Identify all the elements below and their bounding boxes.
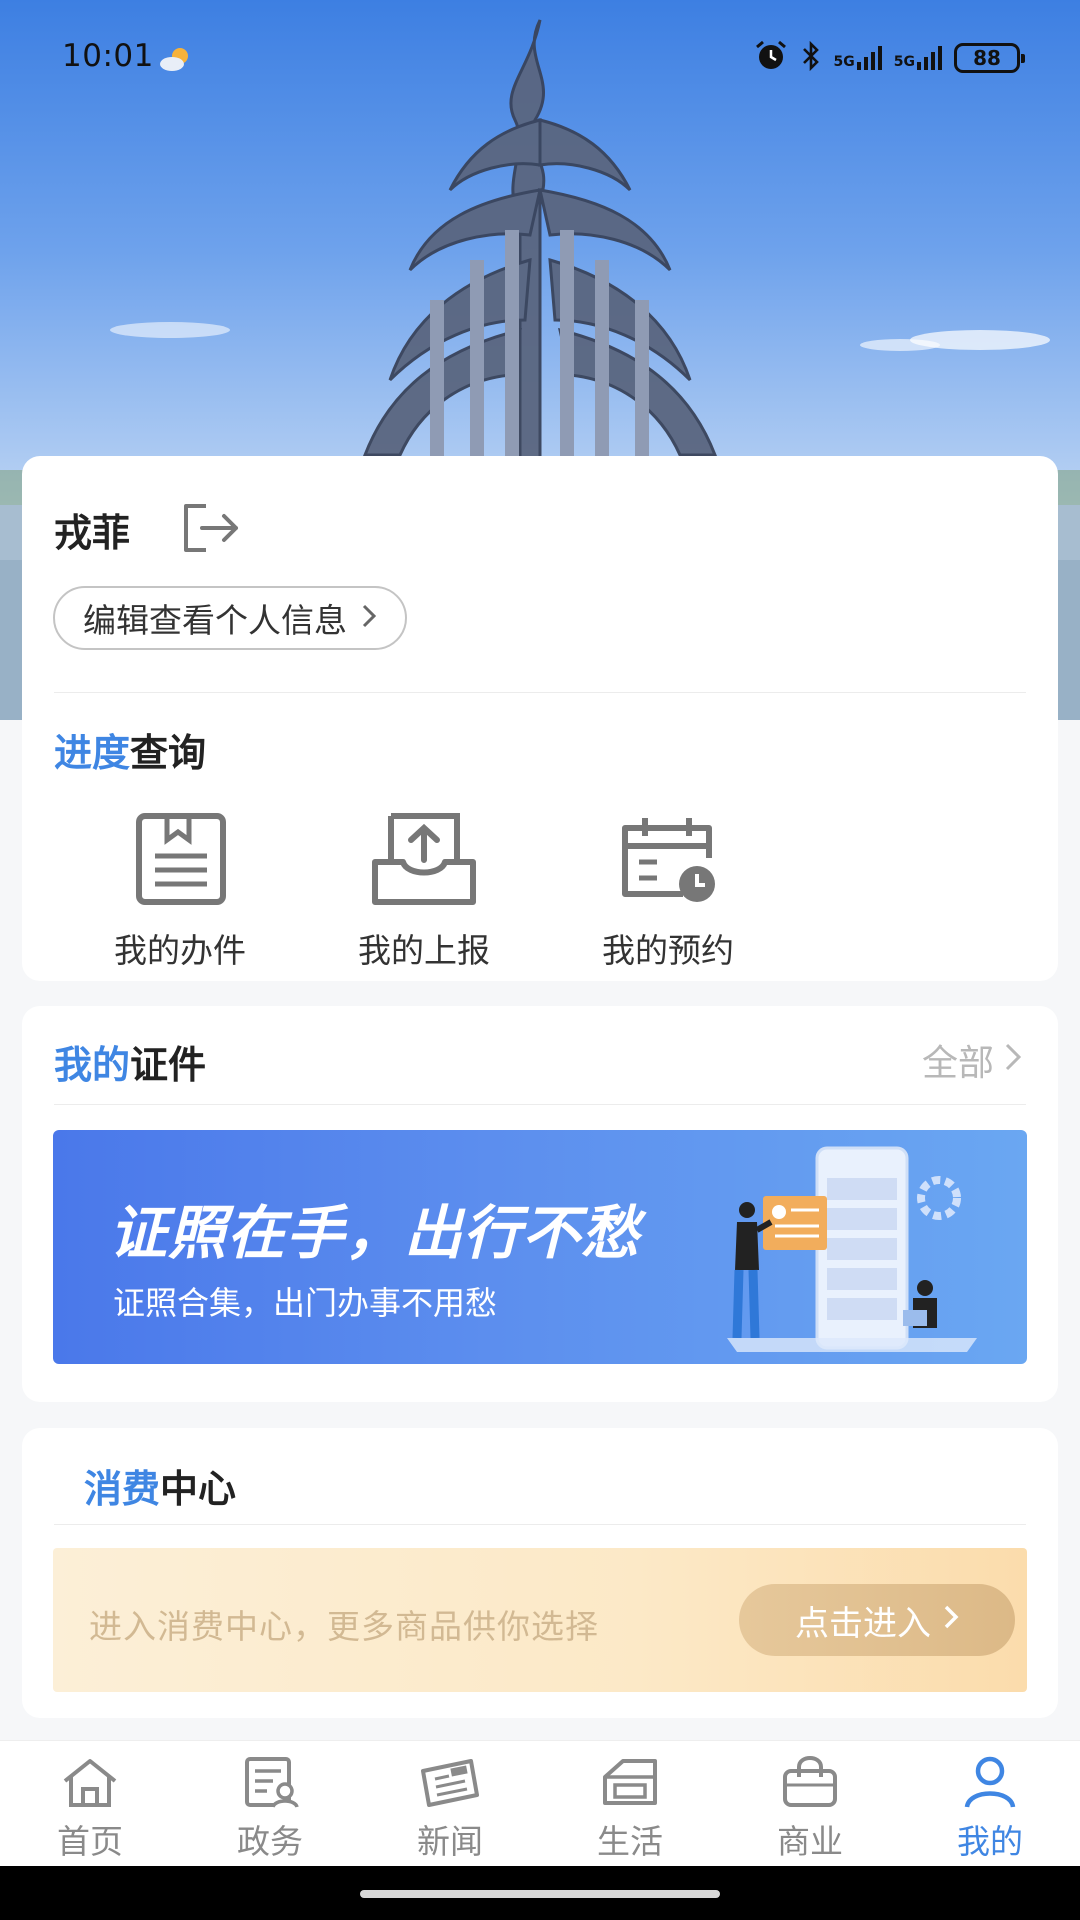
battery-level: 88 xyxy=(973,46,1001,70)
alarm-icon xyxy=(754,40,788,76)
section-title-consumption: 消费中心 xyxy=(84,1458,236,1513)
life-icon xyxy=(599,1755,661,1813)
see-all-link[interactable]: 全部 xyxy=(922,1034,1022,1086)
nav-label-life: 生活 xyxy=(597,1822,663,1861)
consumption-banner: 进入消费中心，更多商品供你选择 点击进入 xyxy=(53,1548,1027,1692)
status-time: 10:01 xyxy=(62,38,154,74)
title-accent: 消费 xyxy=(84,1467,161,1511)
nav-label-home: 首页 xyxy=(57,1822,123,1861)
section-title-progress: 进度查询 xyxy=(54,722,206,777)
calendar-clock-icon xyxy=(613,812,723,912)
title-rest: 证件 xyxy=(130,1043,207,1087)
divider xyxy=(54,692,1026,693)
title-rest: 查询 xyxy=(130,731,207,775)
newspaper-icon xyxy=(419,1755,481,1813)
network-type-label: 5G xyxy=(833,54,855,70)
nav-item-business[interactable]: 商业 xyxy=(720,1741,900,1866)
certificates-banner[interactable]: 证照在手，出行不愁 证照合集，出门办事不用愁 xyxy=(53,1130,1027,1364)
edit-profile-button[interactable]: 编辑查看个人信息 xyxy=(53,586,407,650)
nav-label-news: 新闻 xyxy=(417,1822,483,1861)
home-indicator[interactable] xyxy=(360,1890,720,1898)
chevron-right-icon xyxy=(943,1600,959,1640)
logout-icon[interactable] xyxy=(178,498,244,558)
nav-item-news[interactable]: 新闻 xyxy=(360,1741,540,1866)
cellular-signal-icon: 5G xyxy=(834,46,882,70)
nav-item-life[interactable]: 生活 xyxy=(540,1741,720,1866)
bottom-navigation: 首页 政务 新闻 生活 商业 我的 xyxy=(0,1740,1080,1866)
my-appointments-label: 我的预约 xyxy=(602,931,734,970)
phone-illustration-icon xyxy=(727,1146,977,1352)
gesture-navigation-bar xyxy=(0,1866,1080,1920)
chevron-right-icon xyxy=(361,599,377,638)
document-icon xyxy=(125,812,235,912)
progress-query-card: 进度查询 我的办件 我的上报 我的预约 xyxy=(22,692,1058,981)
nav-label-government: 政务 xyxy=(237,1822,303,1861)
nav-item-government[interactable]: 政务 xyxy=(180,1741,360,1866)
user-name: 戎菲 xyxy=(54,511,131,555)
edit-profile-label: 编辑查看个人信息 xyxy=(83,601,347,640)
profile-card: 戎菲 编辑查看个人信息 xyxy=(22,456,1058,692)
certificates-card: 我的证件 全部 证照在手，出行不愁 证照合集，出门办事不用愁 xyxy=(22,1006,1058,1402)
cellular-signal-icon: 5G xyxy=(894,46,942,70)
chevron-right-icon xyxy=(1004,1040,1022,1081)
sun-cloud-icon xyxy=(158,44,194,78)
upload-tray-icon xyxy=(369,812,479,912)
status-bar: 10:01 5G 5G 88 xyxy=(0,0,1080,120)
section-title-certificates: 我的证件 xyxy=(54,1034,206,1089)
enter-consumption-button[interactable]: 点击进入 xyxy=(739,1584,1015,1656)
my-reports-label: 我的上报 xyxy=(358,931,490,970)
nav-label-business: 商业 xyxy=(777,1822,843,1861)
network-type-label: 5G xyxy=(893,54,915,70)
consumption-banner-text: 进入消费中心，更多商品供你选择 xyxy=(89,1607,599,1646)
nav-label-mine: 我的 xyxy=(957,1822,1023,1861)
banner-title: 证照在手，出行不愁 xyxy=(109,1199,641,1267)
title-accent: 我的 xyxy=(54,1043,131,1087)
divider xyxy=(54,1524,1026,1525)
banner-subtitle: 证照合集，出门办事不用愁 xyxy=(113,1284,498,1322)
my-appointments-item[interactable]: 我的预约 xyxy=(546,812,790,972)
home-icon xyxy=(59,1755,121,1813)
my-reports-item[interactable]: 我的上报 xyxy=(302,812,546,972)
consumption-center-card: 消费中心 进入消费中心，更多商品供你选择 点击进入 xyxy=(22,1428,1058,1718)
see-all-label: 全部 xyxy=(921,1043,994,1084)
bluetooth-icon xyxy=(800,40,822,75)
user-icon xyxy=(959,1755,1021,1813)
enter-button-label: 点击进入 xyxy=(795,1603,931,1644)
nav-item-mine[interactable]: 我的 xyxy=(900,1741,1080,1866)
my-cases-label: 我的办件 xyxy=(114,931,246,970)
battery-icon: 88 xyxy=(954,43,1025,73)
my-cases-item[interactable]: 我的办件 xyxy=(58,812,302,972)
divider xyxy=(54,1104,1026,1105)
government-affairs-icon xyxy=(239,1755,301,1813)
title-accent: 进度 xyxy=(54,731,131,775)
title-rest: 中心 xyxy=(160,1467,237,1511)
nav-item-home[interactable]: 首页 xyxy=(0,1741,180,1866)
shopping-bag-icon xyxy=(779,1755,841,1813)
